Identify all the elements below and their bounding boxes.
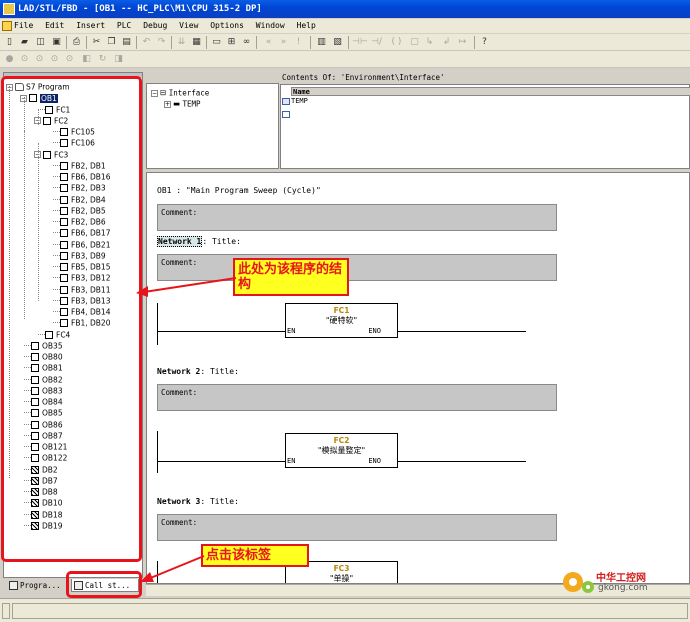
fc2-box[interactable]: FC2 "模拟量整定" EN ENO (285, 433, 398, 468)
watermark-logo: 中华工控网 gkong.com (558, 565, 686, 599)
document-icon[interactable] (2, 21, 12, 31)
cut-icon[interactable]: ✂ (90, 36, 103, 49)
contact-no-icon[interactable]: ⊣⊢ (352, 36, 368, 49)
paste-icon[interactable]: ▤ (120, 36, 133, 49)
window-title: LAD/STL/FBD - [OB1 -- HC_PLC\M1\CPU 315-… (18, 4, 262, 14)
access-online-icon[interactable]: ◫ (34, 36, 47, 49)
watch-icon[interactable]: ◧ (80, 53, 93, 66)
help-icon[interactable]: ? (478, 36, 491, 49)
step-icon[interactable]: ⊙ (18, 53, 31, 66)
menu-options[interactable]: Options (210, 21, 244, 30)
tab-program-elements[interactable]: Progra... (7, 579, 69, 592)
watermark-name: 中华工控网 (596, 573, 646, 584)
refresh-icon[interactable]: ↻ (96, 53, 109, 66)
network-1-label[interactable]: Network 1 (157, 236, 203, 247)
new-row-icon (282, 111, 290, 118)
step-over-icon[interactable]: ⊙ (33, 53, 46, 66)
window-icon[interactable]: ▭ (210, 36, 223, 49)
network-icon[interactable]: ⊞ (225, 36, 238, 49)
breakpoint-icon[interactable]: ● (3, 53, 16, 66)
temp-icon: ▬ (173, 99, 181, 108)
standard-toolbar: ▯ ▰ ◫ ▣ ⎙ ✂ ❐ ▤ ↶ ↷ ⇊ ▦ ▭ ⊞ ∞ « » ! ▥ ▧ … (0, 34, 690, 60)
block-comment[interactable]: Comment: (157, 204, 557, 231)
power-rail (157, 303, 158, 345)
overview-icon[interactable]: ▥ (315, 36, 328, 49)
back-icon[interactable]: « (262, 36, 275, 49)
print-icon[interactable]: ⎙ (70, 36, 83, 49)
window-title-bar: LAD/STL/FBD - [OB1 -- HC_PLC\M1\CPU 315-… (0, 0, 690, 18)
menu-edit[interactable]: Edit (45, 21, 64, 30)
annotation-click-tab: 点击该标签 (201, 544, 309, 567)
network-3-header[interactable]: Network 3: Title: (157, 497, 239, 506)
ladder-editor[interactable]: OB1 : "Main Program Sweep (Cycle)" Comme… (146, 172, 690, 584)
new-icon[interactable]: ▯ (3, 36, 16, 49)
menu-file[interactable]: File (14, 21, 33, 30)
branch-close-icon[interactable]: ↲ (440, 36, 453, 49)
block-title[interactable]: OB1 : "Main Program Sweep (Cycle)" (157, 186, 321, 195)
program-elements-icon (9, 581, 18, 590)
save-icon[interactable]: ▣ (50, 36, 63, 49)
branch-open-icon[interactable]: ↳ (423, 36, 436, 49)
open-icon[interactable]: ▰ (18, 36, 31, 49)
menu-help[interactable]: Help (297, 21, 316, 30)
menu-debug[interactable]: Debug (143, 21, 167, 30)
watermark-url: gkong.com (598, 583, 648, 593)
interface-temp[interactable]: + ▬ TEMP (164, 98, 201, 109)
network-3-comment[interactable]: Comment: (157, 514, 557, 541)
status-cell (12, 603, 688, 619)
wire (157, 331, 285, 332)
monitor-icon[interactable]: ◨ (112, 53, 125, 66)
app-icon (3, 3, 15, 15)
undo-icon[interactable]: ↶ (140, 36, 153, 49)
highlight-frame-tree (1, 76, 142, 562)
wire (398, 331, 526, 332)
annotation-structure: 此处为该程序的结构 (233, 258, 349, 296)
step-in-icon[interactable]: ⊙ (48, 53, 61, 66)
interface-root[interactable]: − ⊟ Interface (151, 87, 209, 98)
arrow-to-tree (136, 277, 237, 297)
network-2-label[interactable]: Network 2 (157, 367, 200, 376)
menu-window[interactable]: Window (256, 21, 285, 30)
network-2-header[interactable]: Network 2: Title: (157, 367, 239, 376)
network-2-comment[interactable]: Comment: (157, 384, 557, 411)
empty-box-icon[interactable]: ▢ (408, 36, 421, 49)
network-3-label[interactable]: Network 3 (157, 497, 200, 506)
menu-bar: File Edit Insert PLC Debug View Options … (0, 19, 690, 33)
temp-row-icon (282, 98, 290, 105)
expand-icon[interactable]: + (164, 100, 171, 108)
step-out-icon[interactable]: ⊙ (63, 53, 76, 66)
status-cell (2, 603, 10, 619)
detail-icon[interactable]: ▧ (331, 36, 344, 49)
fc1-box[interactable]: FC1 "硬特软" EN ENO (285, 303, 398, 338)
table-row[interactable]: TEMP (291, 97, 308, 106)
plc-icon[interactable]: ▦ (190, 36, 203, 49)
glasses-icon[interactable]: ∞ (240, 36, 253, 49)
gear-icon (563, 572, 594, 593)
network-1-header[interactable]: Network 1: Title: (157, 236, 241, 247)
contact-nc-icon[interactable]: ⊣/⊢ (370, 36, 383, 60)
column-name-header[interactable]: Name (291, 87, 690, 96)
wire (157, 461, 285, 462)
menu-view[interactable]: View (179, 21, 198, 30)
connection-icon[interactable]: ↦ (456, 36, 469, 49)
menu-plc[interactable]: PLC (117, 21, 131, 30)
download-icon[interactable]: ⇊ (175, 36, 188, 49)
debug-toolbar: ● ⊙ ⊙ ⊙ ⊙ ◧ ↻ ◨ (0, 51, 690, 68)
forward-icon[interactable]: » (277, 36, 290, 49)
wire (398, 461, 526, 462)
interface-icon: ⊟ (160, 88, 167, 97)
menu-insert[interactable]: Insert (76, 21, 105, 30)
power-rail (157, 431, 158, 473)
interface-tree: − ⊟ Interface + ▬ TEMP (146, 83, 279, 169)
contents-title: Contents Of: 'Environment\Interface' (280, 72, 690, 84)
collapse-icon[interactable]: − (151, 89, 158, 97)
status-bar (0, 598, 690, 622)
interface-contents: Name TEMP (280, 84, 690, 169)
redo-icon[interactable]: ↷ (155, 36, 168, 49)
copy-icon[interactable]: ❐ (105, 36, 118, 49)
bookmark-icon[interactable]: ! (292, 36, 305, 49)
coil-icon[interactable]: ( ) (390, 36, 403, 49)
arrow-to-tab (140, 555, 205, 582)
highlight-frame-tab (66, 571, 142, 598)
